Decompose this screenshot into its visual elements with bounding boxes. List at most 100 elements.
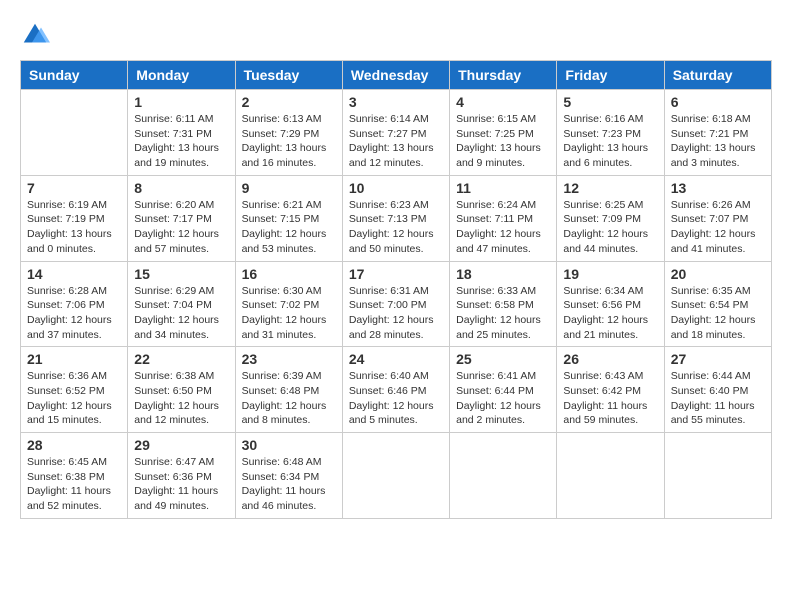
calendar-week-row: 21 Sunrise: 6:36 AM Sunset: 6:52 PM Dayli… — [21, 347, 772, 433]
calendar-cell: 14 Sunrise: 6:28 AM Sunset: 7:06 PM Dayli… — [21, 261, 128, 347]
day-number: 10 — [349, 180, 443, 196]
calendar-week-row: 1 Sunrise: 6:11 AM Sunset: 7:31 PM Daylig… — [21, 90, 772, 176]
day-number: 14 — [27, 266, 121, 282]
calendar-cell: 6 Sunrise: 6:18 AM Sunset: 7:21 PM Daylig… — [664, 90, 771, 176]
calendar-cell: 28 Sunrise: 6:45 AM Sunset: 6:38 PM Dayli… — [21, 433, 128, 519]
day-info: Sunrise: 6:38 AM Sunset: 6:50 PM Dayligh… — [134, 369, 228, 428]
day-info: Sunrise: 6:34 AM Sunset: 6:56 PM Dayligh… — [563, 284, 657, 343]
day-of-week-header: Tuesday — [235, 61, 342, 90]
calendar-cell: 21 Sunrise: 6:36 AM Sunset: 6:52 PM Dayli… — [21, 347, 128, 433]
calendar-cell: 7 Sunrise: 6:19 AM Sunset: 7:19 PM Daylig… — [21, 175, 128, 261]
day-info: Sunrise: 6:36 AM Sunset: 6:52 PM Dayligh… — [27, 369, 121, 428]
day-number: 13 — [671, 180, 765, 196]
calendar-cell: 30 Sunrise: 6:48 AM Sunset: 6:34 PM Dayli… — [235, 433, 342, 519]
day-info: Sunrise: 6:30 AM Sunset: 7:02 PM Dayligh… — [242, 284, 336, 343]
calendar-cell: 16 Sunrise: 6:30 AM Sunset: 7:02 PM Dayli… — [235, 261, 342, 347]
day-info: Sunrise: 6:28 AM Sunset: 7:06 PM Dayligh… — [27, 284, 121, 343]
day-number: 27 — [671, 351, 765, 367]
calendar-cell: 10 Sunrise: 6:23 AM Sunset: 7:13 PM Dayli… — [342, 175, 449, 261]
day-number: 18 — [456, 266, 550, 282]
calendar-cell: 29 Sunrise: 6:47 AM Sunset: 6:36 PM Dayli… — [128, 433, 235, 519]
day-info: Sunrise: 6:48 AM Sunset: 6:34 PM Dayligh… — [242, 455, 336, 514]
day-number: 22 — [134, 351, 228, 367]
day-number: 11 — [456, 180, 550, 196]
calendar-cell: 8Sunrise: 6:20 AM Sunset: 7:17 PM Daylig… — [128, 175, 235, 261]
day-of-week-header: Sunday — [21, 61, 128, 90]
day-info: Sunrise: 6:31 AM Sunset: 7:00 PM Dayligh… — [349, 284, 443, 343]
calendar-cell: 18 Sunrise: 6:33 AM Sunset: 6:58 PM Dayli… — [450, 261, 557, 347]
day-info: Sunrise: 6:44 AM Sunset: 6:40 PM Dayligh… — [671, 369, 765, 428]
day-info: Sunrise: 6:14 AM Sunset: 7:27 PM Dayligh… — [349, 112, 443, 171]
day-info: Sunrise: 6:25 AM Sunset: 7:09 PM Dayligh… — [563, 198, 657, 257]
day-number: 2 — [242, 94, 336, 110]
day-info: Sunrise: 6:11 AM Sunset: 7:31 PM Dayligh… — [134, 112, 228, 171]
day-of-week-header: Saturday — [664, 61, 771, 90]
day-of-week-header: Monday — [128, 61, 235, 90]
day-number: 9 — [242, 180, 336, 196]
calendar-cell: 27 Sunrise: 6:44 AM Sunset: 6:40 PM Dayli… — [664, 347, 771, 433]
day-info: Sunrise: 6:45 AM Sunset: 6:38 PM Dayligh… — [27, 455, 121, 514]
day-info: Sunrise: 6:24 AM Sunset: 7:11 PM Dayligh… — [456, 198, 550, 257]
calendar-week-row: 14 Sunrise: 6:28 AM Sunset: 7:06 PM Dayli… — [21, 261, 772, 347]
day-info: Sunrise: 6:33 AM Sunset: 6:58 PM Dayligh… — [456, 284, 550, 343]
calendar-cell: 11 Sunrise: 6:24 AM Sunset: 7:11 PM Dayli… — [450, 175, 557, 261]
day-info: Sunrise: 6:35 AM Sunset: 6:54 PM Dayligh… — [671, 284, 765, 343]
day-number: 23 — [242, 351, 336, 367]
day-info: Sunrise: 6:19 AM Sunset: 7:19 PM Dayligh… — [27, 198, 121, 257]
calendar-cell: 15Sunrise: 6:29 AM Sunset: 7:04 PM Dayli… — [128, 261, 235, 347]
calendar-cell: 9 Sunrise: 6:21 AM Sunset: 7:15 PM Daylig… — [235, 175, 342, 261]
day-number: 3 — [349, 94, 443, 110]
calendar-cell: 13 Sunrise: 6:26 AM Sunset: 7:07 PM Dayli… — [664, 175, 771, 261]
calendar-cell: 22 Sunrise: 6:38 AM Sunset: 6:50 PM Dayli… — [128, 347, 235, 433]
day-number: 17 — [349, 266, 443, 282]
day-number: 5 — [563, 94, 657, 110]
day-info: Sunrise: 6:47 AM Sunset: 6:36 PM Dayligh… — [134, 455, 228, 514]
day-number: 7 — [27, 180, 121, 196]
day-info: Sunrise: 6:16 AM Sunset: 7:23 PM Dayligh… — [563, 112, 657, 171]
calendar-cell: 1 Sunrise: 6:11 AM Sunset: 7:31 PM Daylig… — [128, 90, 235, 176]
day-number: 8 — [134, 180, 228, 196]
day-info: Sunrise: 6:26 AM Sunset: 7:07 PM Dayligh… — [671, 198, 765, 257]
day-info: Sunrise: 6:18 AM Sunset: 7:21 PM Dayligh… — [671, 112, 765, 171]
calendar-cell: 2 Sunrise: 6:13 AM Sunset: 7:29 PM Daylig… — [235, 90, 342, 176]
day-info: Sunrise: 6:43 AM Sunset: 6:42 PM Dayligh… — [563, 369, 657, 428]
calendar-table: SundayMondayTuesdayWednesdayThursdayFrid… — [20, 60, 772, 519]
day-number: 19 — [563, 266, 657, 282]
day-of-week-header: Thursday — [450, 61, 557, 90]
day-number: 21 — [27, 351, 121, 367]
calendar-cell: 26Sunrise: 6:43 AM Sunset: 6:42 PM Dayli… — [557, 347, 664, 433]
day-info: Sunrise: 6:13 AM Sunset: 7:29 PM Dayligh… — [242, 112, 336, 171]
calendar-cell — [342, 433, 449, 519]
day-number: 4 — [456, 94, 550, 110]
calendar-cell: 25 Sunrise: 6:41 AM Sunset: 6:44 PM Dayli… — [450, 347, 557, 433]
day-number: 25 — [456, 351, 550, 367]
day-number: 1 — [134, 94, 228, 110]
day-number: 6 — [671, 94, 765, 110]
day-info: Sunrise: 6:29 AM Sunset: 7:04 PM Dayligh… — [134, 284, 228, 343]
calendar-header-row: SundayMondayTuesdayWednesdayThursdayFrid… — [21, 61, 772, 90]
calendar-week-row: 7 Sunrise: 6:19 AM Sunset: 7:19 PM Daylig… — [21, 175, 772, 261]
day-info: Sunrise: 6:40 AM Sunset: 6:46 PM Dayligh… — [349, 369, 443, 428]
logo — [20, 20, 52, 50]
calendar-cell — [664, 433, 771, 519]
day-info: Sunrise: 6:21 AM Sunset: 7:15 PM Dayligh… — [242, 198, 336, 257]
calendar-cell — [557, 433, 664, 519]
day-number: 30 — [242, 437, 336, 453]
calendar-cell: 17 Sunrise: 6:31 AM Sunset: 7:00 PM Dayli… — [342, 261, 449, 347]
day-info: Sunrise: 6:39 AM Sunset: 6:48 PM Dayligh… — [242, 369, 336, 428]
day-number: 29 — [134, 437, 228, 453]
calendar-cell: 23 Sunrise: 6:39 AM Sunset: 6:48 PM Dayli… — [235, 347, 342, 433]
day-info: Sunrise: 6:23 AM Sunset: 7:13 PM Dayligh… — [349, 198, 443, 257]
logo-icon — [20, 20, 50, 50]
day-info: Sunrise: 6:41 AM Sunset: 6:44 PM Dayligh… — [456, 369, 550, 428]
day-number: 12 — [563, 180, 657, 196]
calendar-cell: 20 Sunrise: 6:35 AM Sunset: 6:54 PM Dayli… — [664, 261, 771, 347]
day-number: 16 — [242, 266, 336, 282]
day-number: 20 — [671, 266, 765, 282]
day-of-week-header: Wednesday — [342, 61, 449, 90]
day-number: 24 — [349, 351, 443, 367]
day-of-week-header: Friday — [557, 61, 664, 90]
calendar-cell: 3 Sunrise: 6:14 AM Sunset: 7:27 PM Daylig… — [342, 90, 449, 176]
calendar-cell — [21, 90, 128, 176]
day-number: 28 — [27, 437, 121, 453]
